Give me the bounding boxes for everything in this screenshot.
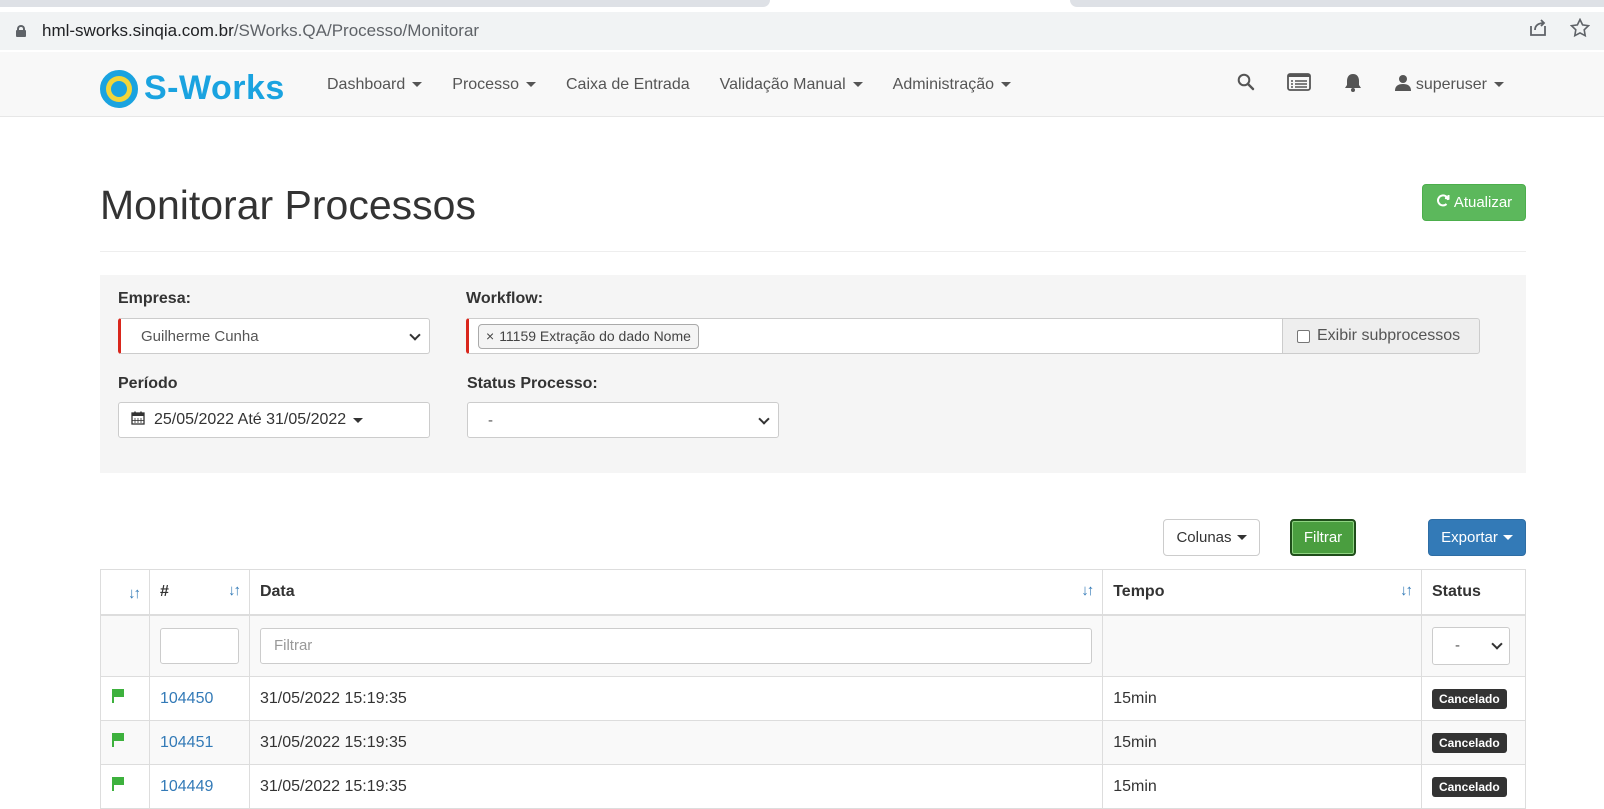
subprocess-toggle[interactable]: Exibir subprocessos [1282,318,1480,354]
bell-icon[interactable] [1343,72,1363,97]
id-filter-input[interactable] [159,627,239,664]
browser-tabstrip [0,0,1604,12]
filter-button[interactable]: Filtrar [1290,519,1356,556]
nav-item-dashboard[interactable]: Dashboard [312,76,437,94]
table-header-row: ↓↑ # ↓↑ Data ↓↑ Tempo ↓↑ Status [100,569,1527,616]
empresa-select[interactable]: Guilherme Cunha [118,318,430,354]
browser-tab[interactable] [1070,0,1604,7]
filter-cell-tempo [1102,614,1422,677]
empresa-label: Empresa: [118,290,191,307]
sworks-logo-icon [100,69,138,108]
caret-down-icon [1494,82,1504,87]
caret-down-icon [1236,535,1247,540]
filter-cell-empty [100,614,150,677]
user-name: superuser [1415,75,1487,93]
status-badge: Cancelado [1431,732,1507,753]
calendar-icon [131,411,145,430]
browser-tab[interactable] [0,0,770,7]
status-badge: Cancelado [1431,776,1507,797]
table-toolbar: Colunas Filtrar Exportar [100,519,1526,557]
user-menu[interactable]: superuser [1394,74,1504,96]
page-title: Monitorar Processos [100,182,476,228]
process-date: 31/05/2022 15:19:35 [259,777,407,795]
workflow-tag[interactable]: × 11159 Extração do dado Nome [478,323,699,349]
caret-down-icon [1502,535,1513,540]
caret-down-icon [525,82,536,87]
periodo-label: Período [118,375,178,392]
search-icon[interactable] [1237,73,1255,96]
header-tempo[interactable]: Tempo ↓↑ [1102,569,1422,616]
sort-icon[interactable]: ↓↑ [228,582,241,599]
chevron-down-icon [1491,638,1503,650]
table-filter-row: Filtrar - [100,614,1527,677]
periodo-daterange[interactable]: 25/05/2022 Até 31/05/2022 [118,402,430,438]
table-row[interactable]: 104451 31/05/2022 15:19:35 15min Cancela… [100,720,1527,765]
process-id-link[interactable]: 104450 [160,690,213,707]
header-id[interactable]: # ↓↑ [148,569,250,616]
sort-icon[interactable]: ↓↑ [128,585,141,602]
main-nav: Dashboard Processo Caixa de Entrada Vali… [312,52,1026,117]
header-data[interactable]: Data ↓↑ [248,569,1104,616]
user-icon [1394,74,1411,96]
caret-down-icon [1001,82,1012,87]
share-icon[interactable] [1528,19,1548,43]
nav-item-validacao-manual[interactable]: Validação Manual [705,76,878,94]
remove-tag-icon[interactable]: × [486,328,494,344]
bookmark-star-icon[interactable] [1569,17,1591,44]
table-row[interactable]: 104450 31/05/2022 15:19:35 15min Cancela… [100,676,1527,721]
export-button[interactable]: Exportar [1428,519,1526,556]
sort-icon[interactable]: ↓↑ [1400,582,1413,599]
list-icon[interactable] [1286,73,1311,96]
filter-cell-data: Filtrar [248,614,1104,677]
status-processo-value: - [488,411,493,429]
status-filter-select[interactable]: - [1431,626,1510,665]
status-processo-label: Status Processo: [467,375,598,392]
brand-name: S-Works [144,69,285,107]
status-processo-select[interactable]: - [467,402,779,438]
address-bar[interactable]: hml-sworks.sinqia.com.br/SWorks.QA/Proce… [0,12,1604,50]
process-id-link[interactable]: 104449 [160,778,213,795]
chevron-down-icon [758,413,770,425]
filter-cell-status: - [1420,614,1527,677]
flag-icon [111,689,125,703]
refresh-icon [1436,193,1450,212]
lock-icon[interactable] [16,25,26,37]
empresa-value: Guilherme Cunha [141,327,259,345]
process-duration: 15min [1113,777,1157,795]
columns-button[interactable]: Colunas [1163,519,1260,556]
page-header: Monitorar Processos Atualizar [100,170,1526,252]
nav-item-caixa-de-entrada[interactable]: Caixa de Entrada [551,76,705,94]
header-status[interactable]: Status [1420,569,1527,616]
table-row[interactable]: 104449 31/05/2022 15:19:35 15min Cancela… [100,764,1527,809]
status-badge: Cancelado [1431,688,1507,709]
process-duration: 15min [1113,733,1157,751]
filter-cell-id [148,614,250,677]
process-duration: 15min [1113,689,1157,707]
process-id-link[interactable]: 104451 [160,734,213,751]
nav-item-administracao[interactable]: Administração [878,76,1026,94]
subprocess-checkbox[interactable] [1297,329,1310,343]
brand-logo[interactable]: S-Works [100,69,285,108]
subprocess-label: Exibir subprocessos [1317,327,1461,344]
data-filter-input[interactable]: Filtrar [259,627,1093,664]
workflow-label: Workflow: [466,290,544,307]
flag-icon [111,733,125,747]
update-button[interactable]: Atualizar [1422,184,1526,221]
top-navbar: S-Works Dashboard Processo Caixa de Entr… [0,52,1604,117]
chevron-down-icon [409,329,421,341]
periodo-value: 25/05/2022 Até 31/05/2022 [154,411,347,428]
process-date: 31/05/2022 15:19:35 [259,733,407,751]
process-date: 31/05/2022 15:19:35 [259,689,407,707]
header-flag[interactable]: ↓↑ [100,569,150,616]
nav-item-processo[interactable]: Processo [437,76,551,94]
caret-down-icon [852,82,863,87]
caret-down-icon [353,417,364,423]
workflow-multiselect[interactable]: × 11159 Extração do dado Nome [466,318,1283,354]
flag-icon [111,777,125,791]
url-text[interactable]: hml-sworks.sinqia.com.br/SWorks.QA/Proce… [42,21,479,41]
caret-down-icon [412,82,423,87]
filter-panel: Empresa: Guilherme Cunha Workflow: × 111… [100,275,1526,473]
processes-table: ↓↑ # ↓↑ Data ↓↑ Tempo ↓↑ Status Filtrar - 1… [100,569,1527,809]
sort-icon[interactable]: ↓↑ [1081,582,1094,599]
